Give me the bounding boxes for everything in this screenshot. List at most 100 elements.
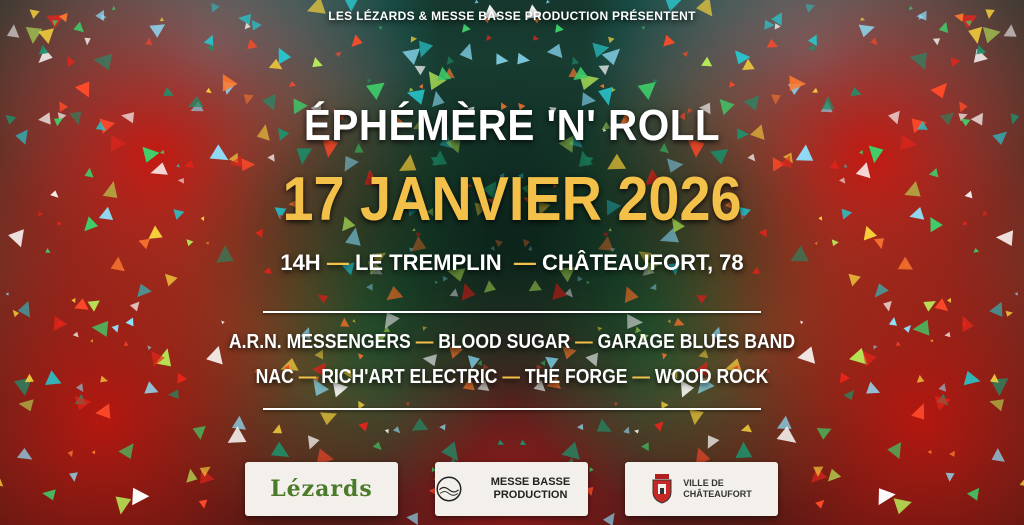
confetti-shard (589, 467, 594, 472)
confetti-shard (203, 34, 214, 46)
confetti-shard (163, 86, 174, 96)
separator: — (502, 366, 520, 388)
confetti-shard (192, 425, 206, 440)
confetti-shard (93, 53, 113, 71)
event-info: 14H — LE TREMPLIN — CHÂTEAUFORT, 78 (0, 250, 1024, 276)
confetti-shard (963, 370, 981, 386)
band-name: BLOOD SUGAR (438, 331, 571, 353)
event-city: CHÂTEAUFORT, 78 (541, 250, 744, 275)
separator: — (298, 366, 317, 388)
confetti-shard (84, 37, 91, 46)
confetti-shard (887, 442, 902, 459)
confetti-shard (25, 27, 43, 44)
confetti-shard (982, 210, 988, 217)
confetti-shard (145, 37, 153, 46)
confetti-shard (989, 399, 1004, 412)
confetti-shard (812, 87, 818, 93)
event-title: ÉPHÉMÈRE 'N' ROLL (303, 101, 721, 150)
separator: — (326, 250, 349, 275)
messe-basse-emblem-icon (436, 476, 462, 502)
confetti-shard (966, 487, 980, 501)
confetti-shard (930, 83, 947, 99)
event-poster: LES LÉZARDS & MESSE BASSE PRODUCTION PRÉ… (0, 0, 1024, 525)
confetti-shard (6, 24, 20, 38)
confetti-shard (8, 229, 24, 248)
lezards-logo: Lézards (270, 476, 373, 502)
confetti-shard (15, 129, 28, 145)
confetti-shard (989, 301, 1003, 317)
messe-basse-logo-card: MESSE BASSE PRODUCTION (435, 462, 588, 516)
confetti-shard (17, 301, 30, 318)
event-date: 17 JANVIER 2026 (282, 165, 742, 234)
confetti-shard (406, 512, 418, 525)
confetti-shard (73, 21, 84, 33)
confetti-shard (38, 210, 43, 217)
confetti-shard (991, 448, 1005, 462)
confetti-shard (69, 472, 78, 482)
confetti-shard (419, 40, 434, 58)
confetti-shard (441, 441, 459, 462)
confetti-shard (24, 373, 34, 383)
confetti-shard (555, 23, 564, 33)
confetti-shard (1014, 292, 1018, 296)
confetti-shard (878, 488, 896, 506)
confetti-shard (221, 320, 225, 325)
confetti-shard (874, 283, 889, 298)
confetti-shard (682, 51, 689, 57)
confetti-shard (995, 230, 1014, 246)
confetti-shard (372, 441, 382, 451)
ville-line-2: CHÂTEAUFORT (683, 489, 752, 499)
confetti-shard (934, 298, 949, 312)
band-name: A.R.N. MESSENGERS (228, 331, 411, 353)
confetti-shard (118, 443, 134, 459)
confetti-shard (474, 0, 479, 4)
confetti-shard (270, 441, 290, 457)
confetti-shard (828, 468, 842, 482)
event-venue: LE TREMPLIN (354, 250, 502, 275)
separator: — (575, 331, 593, 353)
separator: — (415, 331, 434, 353)
confetti-shard (42, 489, 56, 501)
band-name: GARAGE BLUES BAND (597, 331, 796, 353)
confetti-shard (16, 448, 33, 460)
confetti-shard (5, 115, 17, 125)
ville-line-1: VILLE DE (683, 478, 724, 488)
divider-top (263, 311, 761, 313)
confetti-shard (982, 26, 1001, 44)
confetti-shard (663, 34, 676, 47)
confetti-shard (132, 487, 150, 506)
confetti-shard (883, 301, 892, 312)
confetti-shard (947, 297, 951, 303)
divider-bottom (263, 408, 761, 410)
band-name: WOOD ROCK (654, 366, 769, 388)
confetti-shard (934, 396, 951, 411)
confetti-shard (67, 56, 75, 67)
confetti-shard (873, 238, 884, 250)
confetti-shard (911, 403, 925, 420)
confetti-shard (5, 292, 9, 296)
confetti-shard (497, 439, 505, 445)
confetti-shard (205, 241, 210, 246)
confetti-shard (137, 283, 152, 298)
confetti-shard (67, 450, 73, 458)
event-time: 14H (280, 250, 321, 275)
confetti-shard (641, 25, 645, 30)
confetti-shard (843, 389, 855, 401)
confetti-shard (807, 34, 817, 47)
confetti-shard (858, 24, 875, 38)
confetti-shard (766, 38, 779, 48)
confetti-shard (923, 301, 936, 312)
confetti-shard (950, 57, 961, 67)
confetti-shard (45, 370, 62, 385)
confetti-shard (968, 26, 983, 44)
confetti-shard (138, 238, 150, 250)
confetti-shard (641, 442, 649, 452)
confetti-shard (808, 44, 815, 52)
confetti-shard (334, 51, 342, 58)
confetti-shard (546, 0, 550, 4)
confetti-shard (909, 52, 927, 70)
confetti-shard (561, 441, 580, 460)
confetti-shard (198, 499, 208, 509)
separator: — (513, 250, 536, 275)
confetti-shard (976, 45, 987, 55)
